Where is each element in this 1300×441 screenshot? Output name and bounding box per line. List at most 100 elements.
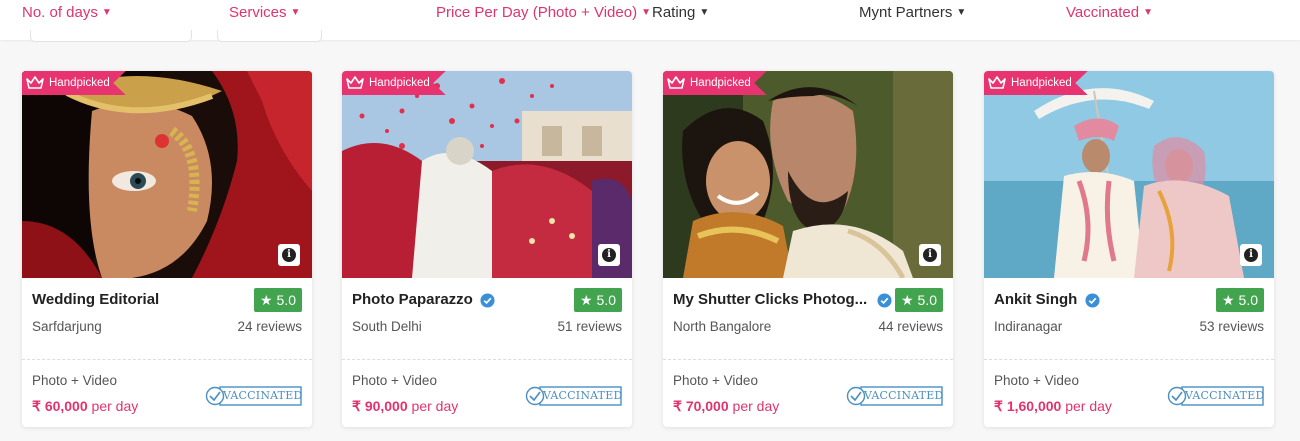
vendor-name[interactable]: Wedding Editorial bbox=[32, 291, 159, 308]
filter-vaccinated[interactable]: Vaccinated ▼ bbox=[1066, 4, 1153, 21]
rating-value: 5.0 bbox=[1238, 292, 1258, 308]
caret-down-icon: ▼ bbox=[956, 7, 967, 18]
badge-label: Handpicked bbox=[49, 77, 110, 89]
vaccinated-stamp: VACCINATED bbox=[1166, 385, 1264, 407]
crown-icon bbox=[26, 76, 44, 89]
vendor-photo[interactable]: Handpicked i bbox=[22, 71, 312, 278]
reviews-count[interactable]: 24 reviews bbox=[237, 319, 302, 334]
vendor-photo[interactable]: Handpicked i bbox=[984, 71, 1274, 278]
filter-mynt-partners[interactable]: Mynt Partners ▼ bbox=[859, 4, 966, 21]
caret-down-icon: ▼ bbox=[641, 7, 651, 18]
vendor-location: Indiranagar bbox=[994, 319, 1063, 334]
divider bbox=[984, 359, 1274, 360]
reviews-count[interactable]: 53 reviews bbox=[1199, 319, 1264, 334]
rating-badge: ★ 5.0 bbox=[894, 288, 943, 312]
caret-down-icon: ▼ bbox=[1143, 7, 1154, 18]
filter-price-per-day[interactable]: Price Per Day (Photo + Video) ▼ bbox=[436, 4, 651, 21]
price-unit: per day bbox=[1065, 398, 1112, 414]
vendor-name[interactable]: Ankit Singh bbox=[994, 291, 1077, 308]
filter-input-stub[interactable] bbox=[30, 30, 192, 42]
handpicked-badge: Handpicked bbox=[22, 71, 126, 95]
crown-icon bbox=[667, 76, 685, 89]
vaccinated-stamp: VACCINATED bbox=[524, 385, 622, 407]
filter-services[interactable]: Services ▼ bbox=[229, 4, 300, 21]
price-amount: 70,000 bbox=[685, 398, 729, 414]
rating-value: 5.0 bbox=[917, 292, 937, 308]
price-amount: 90,000 bbox=[364, 398, 408, 414]
vaccinated-label: VACCINATED bbox=[1185, 389, 1265, 402]
star-icon: ★ bbox=[900, 292, 914, 308]
info-button[interactable]: i bbox=[278, 244, 300, 266]
price-per-day: ₹ 90,000 per day bbox=[352, 398, 458, 415]
currency-symbol: ₹ bbox=[673, 398, 682, 414]
vaccinated-stamp: VACCINATED bbox=[845, 385, 943, 407]
price-per-day: ₹ 60,000 per day bbox=[32, 398, 138, 415]
reviews-count[interactable]: 44 reviews bbox=[878, 319, 943, 334]
vendor-name[interactable]: My Shutter Clicks Photog... bbox=[673, 291, 871, 308]
vendor-card[interactable]: Handpicked i Wedding Editorial ★ 5.0 Sarf… bbox=[22, 71, 312, 427]
crown-icon bbox=[988, 76, 1006, 89]
info-icon: i bbox=[923, 248, 937, 262]
filter-input-stub[interactable] bbox=[217, 30, 322, 42]
caret-down-icon: ▼ bbox=[699, 7, 710, 18]
vendor-location: South Delhi bbox=[352, 319, 422, 334]
vendor-photo[interactable]: Handpicked i bbox=[663, 71, 953, 278]
divider bbox=[663, 359, 953, 360]
info-button[interactable]: i bbox=[919, 244, 941, 266]
vendor-card[interactable]: Handpicked i Photo Paparazzo ★ 5.0 South … bbox=[342, 71, 632, 427]
rating-badge: ★ 5.0 bbox=[1215, 288, 1264, 312]
price-amount: 1,60,000 bbox=[1006, 398, 1062, 414]
star-icon: ★ bbox=[579, 292, 593, 308]
star-icon: ★ bbox=[259, 292, 273, 308]
currency-symbol: ₹ bbox=[352, 398, 361, 414]
badge-label: Handpicked bbox=[369, 77, 430, 89]
crown-icon bbox=[346, 76, 364, 89]
vendor-card[interactable]: Handpicked i Ankit Singh ★ 5.0 Indiranaga… bbox=[984, 71, 1274, 427]
price-unit: per day bbox=[91, 398, 139, 414]
service-type: Photo + Video bbox=[32, 373, 117, 388]
rating-badge: ★ 5.0 bbox=[253, 288, 302, 312]
service-type: Photo + Video bbox=[673, 373, 758, 388]
handpicked-badge: Handpicked bbox=[342, 71, 446, 95]
filter-no-of-days[interactable]: No. of days ▼ bbox=[22, 4, 112, 21]
divider bbox=[22, 359, 312, 360]
badge-label: Handpicked bbox=[690, 77, 751, 89]
caret-down-icon: ▼ bbox=[101, 7, 112, 18]
price-unit: per day bbox=[411, 398, 459, 414]
rating-badge: ★ 5.0 bbox=[573, 288, 622, 312]
caret-down-icon: ▼ bbox=[290, 7, 301, 18]
vendor-location: North Bangalore bbox=[673, 319, 772, 334]
vendor-photo[interactable]: Handpicked i bbox=[342, 71, 632, 278]
handpicked-badge: Handpicked bbox=[663, 71, 767, 95]
price-per-day: ₹ 1,60,000 per day bbox=[994, 398, 1112, 415]
vaccinated-stamp: VACCINATED bbox=[204, 385, 302, 407]
vendor-card[interactable]: Handpicked i My Shutter Clicks Photog...… bbox=[663, 71, 953, 427]
rating-value: 5.0 bbox=[276, 292, 296, 308]
vendor-name[interactable]: Photo Paparazzo bbox=[352, 291, 473, 308]
currency-symbol: ₹ bbox=[994, 398, 1003, 414]
info-icon: i bbox=[602, 248, 616, 262]
verified-icon bbox=[1085, 293, 1100, 308]
price-unit: per day bbox=[732, 398, 780, 414]
filter-label: No. of days bbox=[22, 4, 98, 21]
filter-label: Price Per Day (Photo + Video) bbox=[436, 4, 638, 21]
service-type: Photo + Video bbox=[994, 373, 1079, 388]
currency-symbol: ₹ bbox=[32, 398, 41, 414]
reviews-count[interactable]: 51 reviews bbox=[557, 319, 622, 334]
verified-icon bbox=[480, 293, 495, 308]
divider bbox=[342, 359, 632, 360]
info-icon: i bbox=[282, 248, 296, 262]
vendor-location: Sarfdarjung bbox=[32, 319, 102, 334]
info-button[interactable]: i bbox=[1240, 244, 1262, 266]
filter-label: Services bbox=[229, 4, 287, 21]
handpicked-badge: Handpicked bbox=[984, 71, 1088, 95]
vaccinated-label: VACCINATED bbox=[223, 389, 303, 402]
filter-rating[interactable]: Rating ▼ bbox=[652, 4, 709, 21]
vaccinated-label: VACCINATED bbox=[543, 389, 623, 402]
info-button[interactable]: i bbox=[598, 244, 620, 266]
price-amount: 60,000 bbox=[44, 398, 88, 414]
rating-value: 5.0 bbox=[596, 292, 616, 308]
filter-label: Mynt Partners bbox=[859, 4, 953, 21]
filter-label: Vaccinated bbox=[1066, 4, 1140, 21]
info-icon: i bbox=[1244, 248, 1258, 262]
